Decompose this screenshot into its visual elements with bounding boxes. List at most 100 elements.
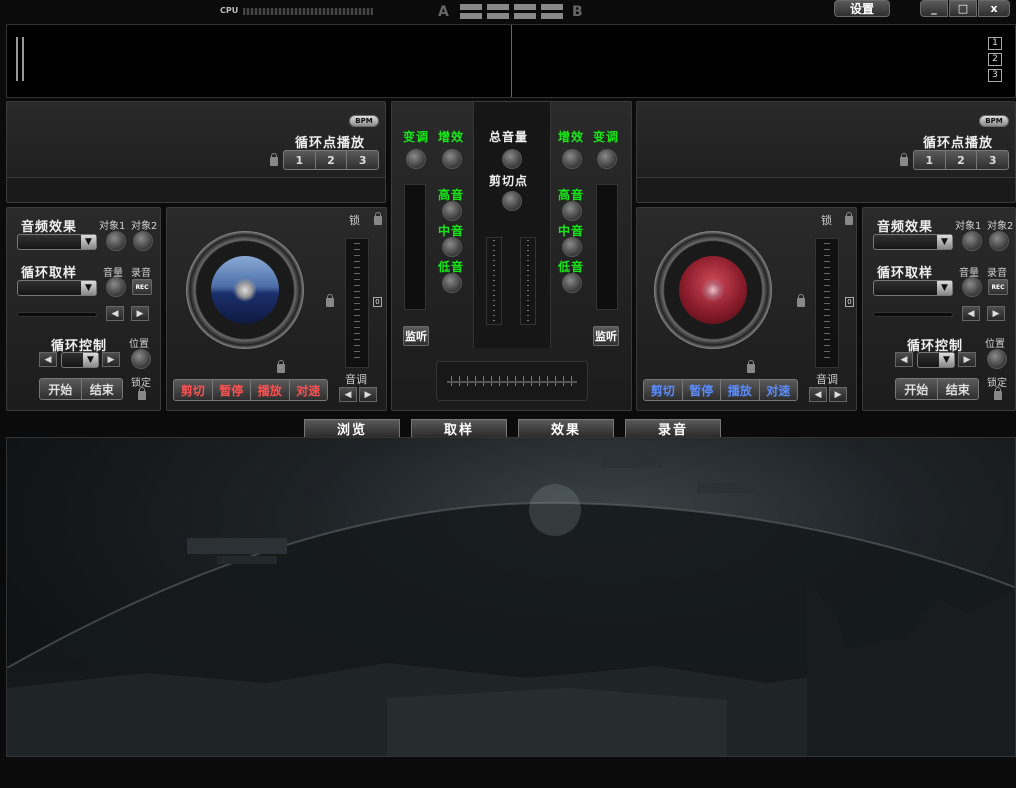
- loop-prev-button[interactable]: ◀: [39, 352, 57, 367]
- next-arrow-button[interactable]: ▶: [987, 306, 1005, 321]
- crossfader[interactable]: [436, 361, 588, 401]
- target2-knob[interactable]: [133, 231, 153, 251]
- loop-control-dropdown[interactable]: ▼: [61, 352, 99, 368]
- cut-button[interactable]: 剪切: [644, 380, 683, 400]
- waveform-cursor: [16, 37, 18, 81]
- bpm-button[interactable]: BPM: [349, 115, 379, 127]
- right-gain-knob[interactable]: [562, 149, 582, 169]
- lock-icon[interactable]: [277, 360, 285, 373]
- waveform-display[interactable]: 1 2 3: [6, 24, 1016, 98]
- loop-point-button-3[interactable]: 3: [977, 151, 1008, 169]
- loop-point-button-2[interactable]: 2: [946, 151, 978, 169]
- volume-knob[interactable]: [106, 277, 126, 297]
- loop-control-dropdown[interactable]: ▼: [917, 352, 955, 368]
- end-button[interactable]: 结束: [938, 379, 979, 399]
- sync-button[interactable]: 对速: [290, 380, 328, 400]
- lock-icon[interactable]: [747, 360, 755, 373]
- right-pitch-knob[interactable]: [597, 149, 617, 169]
- tab-effect[interactable]: 效果: [518, 419, 614, 438]
- left-monitor-button[interactable]: 监听: [403, 326, 429, 346]
- loop-prev-button[interactable]: ◀: [895, 352, 913, 367]
- left-turntable[interactable]: [186, 231, 304, 349]
- page-button-1[interactable]: 1: [988, 37, 1002, 50]
- position-knob[interactable]: [987, 349, 1007, 369]
- left-pitch-fader[interactable]: [345, 238, 369, 368]
- pause-button[interactable]: 暂停: [213, 380, 251, 400]
- next-arrow-button[interactable]: ▶: [131, 306, 149, 321]
- lock-icon[interactable]: [994, 387, 1002, 400]
- prev-arrow-button[interactable]: ◀: [962, 306, 980, 321]
- loop-sample-dropdown[interactable]: ▼: [873, 280, 953, 296]
- pitch-down-button[interactable]: ◀: [809, 387, 827, 402]
- audio-effect-dropdown[interactable]: ▼: [873, 234, 953, 250]
- play-button[interactable]: 播放: [251, 380, 290, 400]
- right-monitor-button[interactable]: 监听: [593, 326, 619, 346]
- loop-point-button-1[interactable]: 1: [914, 151, 946, 169]
- loop-sample-dropdown[interactable]: ▼: [17, 280, 97, 296]
- position-knob[interactable]: [131, 349, 151, 369]
- right-mid-knob[interactable]: [562, 237, 582, 257]
- master-volume-knob[interactable]: [502, 149, 522, 169]
- left-gain-knob[interactable]: [442, 149, 462, 169]
- right-turntable[interactable]: [654, 231, 772, 349]
- target1-knob[interactable]: [962, 231, 982, 251]
- start-button[interactable]: 开始: [40, 379, 82, 399]
- audio-effect-label: 音频效果: [877, 220, 934, 235]
- target2-label: 对象2: [987, 221, 1014, 232]
- minimize-button[interactable]: _: [920, 0, 948, 17]
- right-channel-fader[interactable]: [520, 237, 536, 325]
- left-channel-fader[interactable]: [486, 237, 502, 325]
- sample-progress-bar[interactable]: [873, 312, 953, 317]
- left-mid-knob[interactable]: [442, 237, 462, 257]
- bpm-button[interactable]: BPM: [979, 115, 1009, 127]
- lock-icon[interactable]: [797, 294, 805, 307]
- right-high-knob[interactable]: [562, 201, 582, 221]
- lock-icon[interactable]: [138, 387, 146, 400]
- pitch-up-button[interactable]: ▶: [829, 387, 847, 402]
- loop-point-button-3[interactable]: 3: [347, 151, 378, 169]
- chevron-down-icon: ▼: [937, 235, 952, 249]
- audio-effect-dropdown[interactable]: ▼: [17, 234, 97, 250]
- start-button[interactable]: 开始: [896, 379, 938, 399]
- maximize-button[interactable]: □: [949, 0, 977, 17]
- tab-record[interactable]: 录音: [625, 419, 721, 438]
- sync-button[interactable]: 对速: [760, 380, 798, 400]
- loop-sample-label: 循环取样: [21, 266, 78, 281]
- cut-point-knob[interactable]: [502, 191, 522, 211]
- tab-browse[interactable]: 浏览: [304, 419, 400, 438]
- right-low-knob[interactable]: [562, 273, 582, 293]
- cut-button[interactable]: 剪切: [174, 380, 213, 400]
- sample-progress-bar[interactable]: [17, 312, 97, 317]
- end-button[interactable]: 结束: [82, 379, 123, 399]
- rec-button[interactable]: REC: [132, 279, 152, 295]
- target2-knob[interactable]: [989, 231, 1009, 251]
- tab-sample[interactable]: 取样: [411, 419, 507, 438]
- page-button-3[interactable]: 3: [988, 69, 1002, 82]
- pause-button[interactable]: 暂停: [683, 380, 721, 400]
- target1-knob[interactable]: [106, 231, 126, 251]
- prev-arrow-button[interactable]: ◀: [106, 306, 124, 321]
- right-pitch-fader[interactable]: [815, 238, 839, 368]
- close-button[interactable]: x: [978, 0, 1010, 17]
- loop-next-button[interactable]: ▶: [958, 352, 976, 367]
- position-label: 位置: [985, 339, 1005, 350]
- chevron-down-icon: ▼: [937, 281, 952, 295]
- lock-icon[interactable]: [326, 294, 334, 307]
- pitch-down-button[interactable]: ◀: [339, 387, 357, 402]
- loop-next-button[interactable]: ▶: [102, 352, 120, 367]
- left-high-knob[interactable]: [442, 201, 462, 221]
- loop-point-button-1[interactable]: 1: [284, 151, 316, 169]
- play-button[interactable]: 播放: [721, 380, 760, 400]
- page-button-2[interactable]: 2: [988, 53, 1002, 66]
- pitch-up-button[interactable]: ▶: [359, 387, 377, 402]
- left-low-knob[interactable]: [442, 273, 462, 293]
- settings-button[interactable]: 设置: [834, 0, 890, 17]
- left-pitch-knob[interactable]: [406, 149, 426, 169]
- master-volume-label: 总音量: [489, 130, 529, 144]
- rec-button[interactable]: REC: [988, 279, 1008, 295]
- pitch-zero-label: 0: [845, 297, 854, 307]
- volume-knob[interactable]: [962, 277, 982, 297]
- loop-point-button-2[interactable]: 2: [316, 151, 348, 169]
- lock-icon[interactable]: [845, 212, 853, 225]
- lock-icon[interactable]: [374, 212, 382, 225]
